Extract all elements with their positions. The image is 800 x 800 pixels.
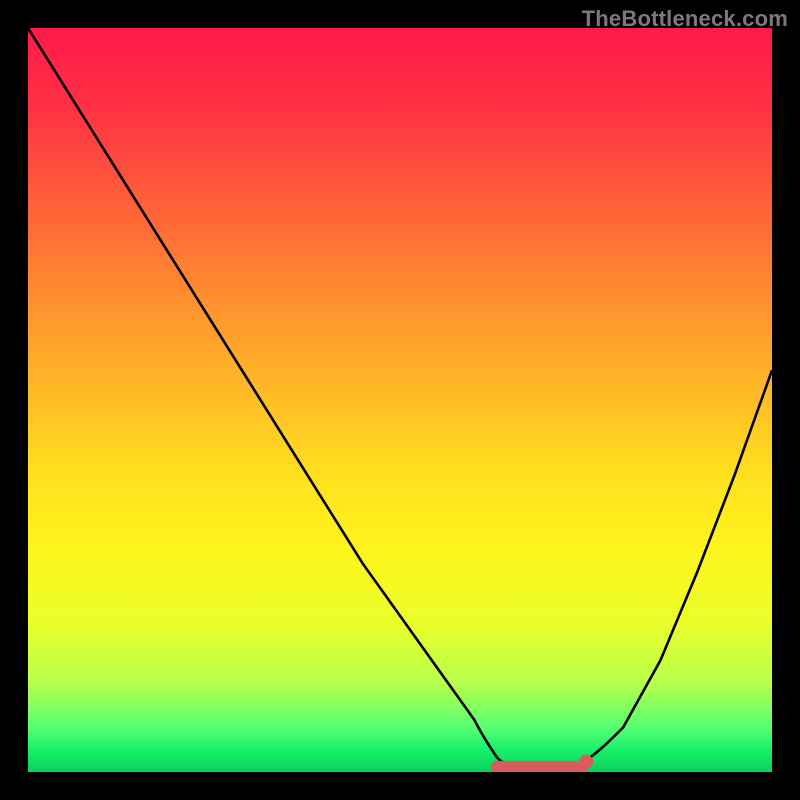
sweet-spot-marker (497, 755, 593, 769)
curve-layer (28, 28, 772, 772)
bottleneck-curve (28, 28, 772, 770)
plot-area (28, 28, 772, 772)
chart-stage: TheBottleneck.com (0, 0, 800, 800)
watermark-text: TheBottleneck.com (582, 6, 788, 32)
